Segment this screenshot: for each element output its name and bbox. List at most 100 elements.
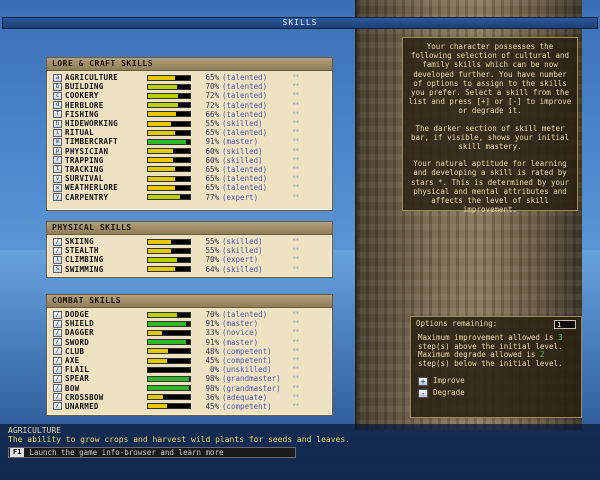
skill-row-building[interactable]: b BUILDING 70% (talented) ** [53,82,332,91]
skill-name: SWORD [65,337,90,347]
skill-row-survival[interactable]: v SURVIVAL 65% (talented) ** [53,174,332,183]
skill-name: SKIING [65,237,94,247]
hotkey-icon[interactable]: p [53,147,62,156]
skill-row-skiing[interactable]: / SKIING 55% (skilled) ** [53,237,332,246]
f1-key[interactable]: F1 [10,448,25,457]
skill-row-agriculture[interactable]: a AGRICULTURE 65% (talented) ** [53,73,332,82]
skill-level: (adequate) [222,392,268,402]
skill-row-dagger[interactable]: / DAGGER 33% (novice) ** [53,328,332,337]
skill-name: HERBLORE [65,100,104,110]
skill-row-flail[interactable]: / FLAIL 0% (unskilled) ** [53,365,332,374]
aptitude-stars: ** [292,401,300,410]
skill-row-trapping[interactable]: r TRAPPING 60% (skilled) ** [53,156,332,165]
skill-row-shield[interactable]: / SHIELD 91% (master) ** [53,319,332,328]
skill-percent: 72% [205,100,219,110]
skill-row-climbing[interactable]: l CLIMBING 70% (expert) ** [53,255,332,264]
skill-row-axe[interactable]: / AXE 45% (competent) ** [53,356,332,365]
skill-row-swimming[interactable]: s SWIMMING 64% (skilled) ** [53,265,332,274]
info-bar-text: The darker section of skill meter bar, i… [410,123,570,152]
skill-row-herblore[interactable]: d HERBLORE 72% (talented) ** [53,101,332,110]
hotkey-icon[interactable]: / [53,393,62,402]
skill-level: (expert) [222,255,259,265]
hotkey-icon[interactable]: m [53,137,62,146]
skill-meter-bar [147,366,191,373]
hotkey-icon[interactable]: w [53,183,62,192]
skill-percent: 65% [205,73,219,83]
skill-percent: 98% [205,374,219,384]
skill-meter-bar [147,83,191,90]
hotkey-icon[interactable]: / [53,237,62,246]
skill-row-physician[interactable]: p PHYSICIAN 60% (skilled) ** [53,147,332,156]
hotkey-icon[interactable]: c [53,91,62,100]
skill-row-crossbow[interactable]: / CROSSBOW 36% (adequate) ** [53,393,332,402]
hotkey-icon[interactable]: i [53,128,62,137]
skill-row-bow[interactable]: / BOW 98% (grandmaster) ** [53,384,332,393]
hotkey-icon[interactable]: d [53,101,62,110]
skill-row-sword[interactable]: / SWORD 91% (master) ** [53,338,332,347]
skill-row-carpentry[interactable]: y CARPENTRY 77% (expert) ** [53,192,332,202]
minus-icon[interactable]: - [418,388,428,398]
hotkey-icon[interactable]: t [53,165,62,174]
max-improvement-suffix: step(s) above the initial level. [418,341,563,351]
hotkey-icon[interactable]: / [53,319,62,328]
skill-level: (unskilled) [222,365,272,375]
skill-meter-fill [148,239,172,244]
skill-row-unarmed[interactable]: / UNARMED 45% (competent) ** [53,402,332,411]
hotkey-icon[interactable]: / [53,328,62,337]
skill-level: (talented) [222,174,268,184]
max-improvement-text: Maximum improvement allowed is 3 step(s)… [418,333,576,351]
skill-meter-bar [147,138,191,145]
hotkey-icon[interactable]: l [53,255,62,264]
skill-percent: 98% [205,383,219,393]
skill-row-club[interactable]: / CLUB 48% (competent) ** [53,347,332,356]
improve-button[interactable]: + Improve [418,376,576,386]
hotkey-icon[interactable]: b [53,82,62,91]
skill-meter-fill [148,121,172,126]
skill-row-timbercraft[interactable]: m TIMBERCRAFT 91% (master) ** [53,137,332,146]
info-panel: Your character possesses the following s… [402,37,578,214]
skill-percent: 65% [205,174,219,184]
skill-row-dodge[interactable]: / DODGE 70% (talented) ** [53,310,332,319]
degrade-button[interactable]: - Degrade [418,388,576,398]
skill-row-cookery[interactable]: c COOKERY 72% (talented) ** [53,91,332,100]
aptitude-stars: ** [292,128,300,137]
hotkey-icon[interactable]: y [53,193,62,202]
hotkey-icon[interactable]: / [53,402,62,411]
skill-percent: 55% [205,246,219,256]
hotkey-icon[interactable]: / [53,365,62,374]
hotkey-icon[interactable]: a [53,73,62,82]
hotkey-icon[interactable]: s [53,265,62,274]
skill-meter-bar [147,184,191,191]
plus-icon[interactable]: + [418,376,428,386]
skill-meter-bar [147,339,191,346]
aptitude-stars: ** [292,137,300,146]
aptitude-stars: ** [292,119,300,128]
skill-meter-bar [147,357,191,364]
skill-meter-fill [148,167,176,172]
hotkey-icon[interactable]: / [53,374,62,383]
skill-row-weatherlore[interactable]: w WEATHERLORE 65% (talented) ** [53,183,332,192]
hotkey-icon[interactable]: / [53,310,62,319]
help-bar[interactable]: F1 Launch the game info-browser and lear… [8,447,296,458]
skill-row-fishing[interactable]: f FISHING 66% (talented) ** [53,110,332,119]
skill-meter-bar [147,256,191,263]
hotkey-icon[interactable]: / [53,338,62,347]
hotkey-icon[interactable]: v [53,174,62,183]
skill-row-stealth[interactable]: / STEALTH 55% (skilled) ** [53,246,332,255]
hotkey-icon[interactable]: / [53,384,62,393]
hotkey-icon[interactable]: h [53,119,62,128]
panel-title: LORE & CRAFT SKILLS [47,58,332,71]
skill-row-spear[interactable]: / SPEAR 98% (grandmaster) ** [53,374,332,383]
skill-level: (skilled) [222,155,263,165]
skill-row-hideworking[interactable]: h HIDEWORKING 55% (skilled) ** [53,119,332,128]
skill-percent: 77% [205,192,219,202]
hotkey-icon[interactable]: r [53,156,62,165]
max-degrade-suffix: step(s) below the initial level. [418,359,563,369]
hotkey-icon[interactable]: f [53,110,62,119]
skill-row-ritual[interactable]: i RITUAL 65% (talented) ** [53,128,332,137]
hotkey-icon[interactable]: / [53,347,62,356]
hotkey-icon[interactable]: / [53,246,62,255]
skill-row-tracking[interactable]: t TRACKING 65% (talented) ** [53,165,332,174]
skill-meter-bar [147,266,191,273]
hotkey-icon[interactable]: / [53,356,62,365]
